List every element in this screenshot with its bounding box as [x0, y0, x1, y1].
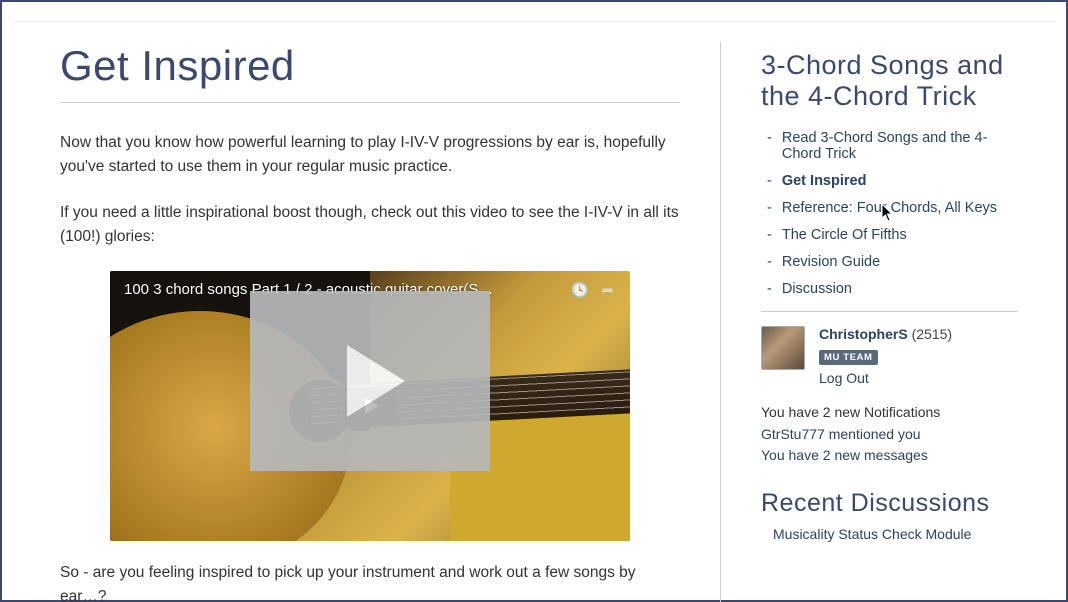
- outro-paragraph: So - are you feeling inspired to pick up…: [60, 561, 680, 602]
- divider: [761, 311, 1018, 312]
- nav-link[interactable]: Read 3-Chord Songs and the 4-Chord Trick: [782, 130, 1018, 162]
- nav-item-reference: -Reference: Four Chords, All Keys: [761, 200, 1018, 216]
- user-panel: ChristopherS (2515) MU TEAM Log Out: [761, 326, 1018, 386]
- intro-paragraph-1: Now that you know how powerful learning …: [60, 131, 680, 179]
- recent-discussions-heading: Recent Discussions: [761, 489, 1018, 518]
- nav-item-discussion: -Discussion: [761, 281, 1018, 297]
- logout-link[interactable]: Log Out: [819, 370, 952, 386]
- intro-paragraph-2: If you need a little inspirational boost…: [60, 201, 680, 249]
- sidebar-heading: 3-Chord Songs and the 4-Chord Trick: [761, 50, 1018, 112]
- sidebar: 3-Chord Songs and the 4-Chord Trick -Rea…: [720, 42, 1018, 602]
- user-name-row: ChristopherS (2515): [819, 326, 952, 342]
- avatar[interactable]: [761, 326, 805, 370]
- watch-later-icon[interactable]: 🕓: [571, 282, 594, 299]
- discussion-link[interactable]: Musicality Status Check Module: [773, 526, 1018, 542]
- play-icon: [347, 345, 405, 417]
- nav-item-get-inspired: -Get Inspired: [761, 173, 1018, 189]
- user-badge: MU TEAM: [819, 350, 878, 365]
- nav-item-revision: -Revision Guide: [761, 254, 1018, 270]
- nav-item-read: -Read 3-Chord Songs and the 4-Chord Tric…: [761, 130, 1018, 162]
- video-watch-later-share[interactable]: 🕓 ➦: [571, 281, 618, 299]
- top-border-area: [12, 2, 1056, 22]
- nav-link[interactable]: The Circle Of Fifths: [782, 227, 907, 243]
- main-content: Get Inspired Now that you know how power…: [60, 42, 680, 602]
- user-name[interactable]: ChristopherS: [819, 326, 908, 342]
- video-container: 100 3 chord songs Part 1 / 2 - acoustic …: [110, 271, 630, 541]
- notification-link-mention[interactable]: GtrStu777 mentioned you: [761, 424, 1018, 446]
- module-nav: -Read 3-Chord Songs and the 4-Chord Tric…: [761, 130, 1018, 297]
- nav-item-circle: -The Circle Of Fifths: [761, 227, 1018, 243]
- nav-link[interactable]: Discussion: [782, 281, 852, 297]
- page-title: Get Inspired: [60, 42, 680, 103]
- notification-link-messages[interactable]: You have 2 new messages: [761, 445, 1018, 467]
- notifications-block: You have 2 new Notifications GtrStu777 m…: [761, 402, 1018, 467]
- nav-link[interactable]: Get Inspired: [782, 173, 867, 189]
- nav-link[interactable]: Reference: Four Chords, All Keys: [782, 200, 997, 216]
- notifications-header: You have 2 new Notifications: [761, 402, 1018, 424]
- share-icon[interactable]: ➦: [601, 282, 618, 299]
- nav-link[interactable]: Revision Guide: [782, 254, 880, 270]
- overlay-play-panel[interactable]: [250, 291, 490, 471]
- user-points: (2515): [912, 326, 952, 342]
